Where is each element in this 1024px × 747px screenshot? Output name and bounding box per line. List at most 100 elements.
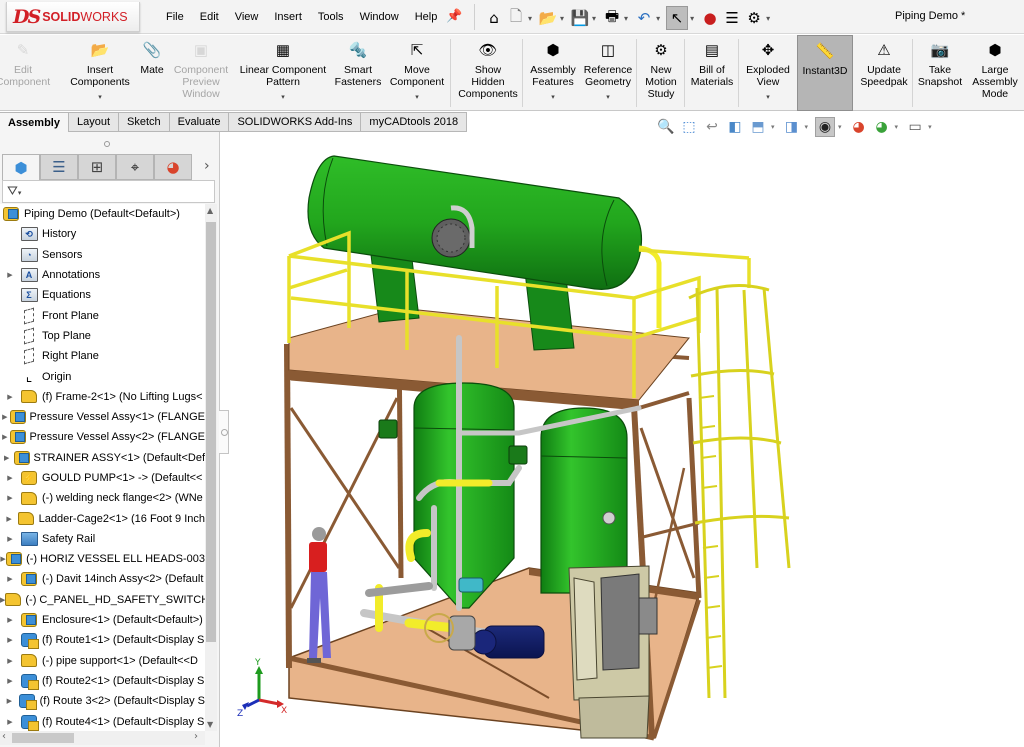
expand-arrow-icon[interactable]: ▶ xyxy=(0,718,20,726)
panel-grip[interactable] xyxy=(104,141,110,147)
new-document-icon[interactable]: 🗋 xyxy=(506,7,526,28)
instant3d-button[interactable]: 📏 Instant3D xyxy=(797,35,853,111)
scroll-right-icon[interactable]: › xyxy=(194,731,198,742)
insert-components-dropdown-icon[interactable]: ▾ xyxy=(98,92,102,104)
tab-sketch[interactable]: Sketch xyxy=(119,112,170,132)
tree-item[interactable]: ▶ ⚡ GOULD PUMP<1> -> (Default<< xyxy=(0,468,205,488)
tree-item[interactable]: ▶ (-) HORIZ VESSEL ELL HEADS-003 xyxy=(0,549,205,569)
zoom-to-area-icon[interactable]: ⬚ xyxy=(679,117,699,137)
tree-item[interactable]: Right Plane xyxy=(0,346,205,366)
hide-show-items-dropdown-icon[interactable]: ▾ xyxy=(838,123,842,131)
linear-component-pattern-button[interactable]: ▦ Linear Component Pattern ▾ xyxy=(234,35,332,111)
solidworks-logo[interactable]: DS SOLID WORKS xyxy=(6,2,140,32)
propertymanager-tab-icon[interactable]: ☰ xyxy=(40,154,78,180)
tree-item[interactable]: ▶ (-) welding neck flange<2> (WNe xyxy=(0,488,205,508)
file-properties-icon[interactable]: ☰ xyxy=(722,8,742,28)
tree-item[interactable]: ▶ (f) Frame-2<1> (No Lifting Lugs< xyxy=(0,387,205,407)
show-hidden-components-button[interactable]: 👁 Show Hidden Components xyxy=(454,35,522,111)
open-dropdown-icon[interactable]: ▾ xyxy=(560,14,564,23)
tab-evaluate[interactable]: Evaluate xyxy=(169,112,230,132)
piping-skid-3d-model[interactable] xyxy=(229,138,1024,747)
tree-item[interactable]: ▶ (f) Route1<1> (Default<Display S xyxy=(0,630,205,650)
tree-item[interactable]: ▶ (-) pipe support<1> (Default<<D xyxy=(0,651,205,671)
apply-scene-icon[interactable]: ◕ xyxy=(872,117,892,137)
scroll-up-icon[interactable]: ▲ xyxy=(207,206,213,215)
tree-item[interactable]: ▶ A Annotations xyxy=(0,265,205,285)
more-tabs-chevron-icon[interactable]: › xyxy=(204,158,210,174)
save-icon[interactable]: 💾 xyxy=(570,8,590,28)
tree-item[interactable]: ▶ (-) C_PANEL_HD_SAFETY_SWITCH xyxy=(0,590,205,610)
print-icon[interactable]: 🖶 xyxy=(602,7,622,28)
expand-arrow-icon[interactable]: ▶ xyxy=(0,697,19,705)
view-orientation-icon[interactable]: ⬒ xyxy=(748,117,768,137)
menu-insert[interactable]: Insert xyxy=(274,11,302,23)
view-settings-monitor-icon[interactable]: ▭ xyxy=(905,117,925,137)
tree-item[interactable]: ▶ (f) Route4<1> (Default<Display S xyxy=(0,711,205,731)
tab-mycadtools-2018[interactable]: myCADtools 2018 xyxy=(361,112,468,132)
menu-help[interactable]: Help xyxy=(415,11,438,23)
pin-menu-icon[interactable]: 📌 xyxy=(446,9,462,24)
undo-icon[interactable]: ↶ xyxy=(634,8,654,28)
open-icon[interactable]: 📂 xyxy=(538,8,558,28)
menu-view[interactable]: View xyxy=(235,11,259,23)
expand-arrow-icon[interactable]: ▶ xyxy=(0,677,20,685)
apply-scene-dropdown-icon[interactable]: ▾ xyxy=(895,123,899,131)
expand-arrow-icon[interactable]: ▶ xyxy=(0,515,18,523)
new-motion-study-button[interactable]: ⚙ New Motion Study xyxy=(638,35,684,111)
save-dropdown-icon[interactable]: ▾ xyxy=(592,14,596,23)
tree-item[interactable]: ▶ Safety Rail xyxy=(0,529,205,549)
hide-show-items-icon[interactable]: ◉ xyxy=(815,117,836,137)
update-speedpak-button[interactable]: ⚠ Update Speedpak xyxy=(856,35,912,111)
previous-view-icon[interactable]: ↩ xyxy=(702,117,722,137)
expand-arrow-icon[interactable]: ▶ xyxy=(0,636,20,644)
home-icon[interactable]: ⌂ xyxy=(484,8,504,28)
reference-geometry-dropdown-icon[interactable]: ▾ xyxy=(606,92,610,104)
tree-item[interactable]: ⌞ Origin xyxy=(0,366,205,386)
display-style-icon[interactable]: ◨ xyxy=(782,117,802,137)
tree-root-assembly[interactable]: Piping Demo (Default<Default>) xyxy=(0,204,205,224)
tab-assembly[interactable]: Assembly xyxy=(0,112,69,132)
section-view-icon[interactable]: ◧ xyxy=(725,117,745,137)
scroll-left-icon[interactable]: ‹ xyxy=(2,731,6,742)
tree-item[interactable]: ▶ Pressure Vessel Assy<2> (FLANGE xyxy=(0,427,205,447)
expand-arrow-icon[interactable]: ▶ xyxy=(0,575,20,583)
component-preview-window-button[interactable]: ▣ Component Preview Window xyxy=(170,35,232,111)
menu-file[interactable]: File xyxy=(166,11,184,23)
undo-dropdown-icon[interactable]: ▾ xyxy=(656,14,660,23)
options-gear-dropdown-icon[interactable]: ▾ xyxy=(766,14,770,23)
menu-edit[interactable]: Edit xyxy=(200,11,219,23)
tree-vertical-scrollbar[interactable]: ▲ ▼ xyxy=(205,204,217,731)
edit-component-button[interactable]: ✎ Edit Component xyxy=(0,35,50,111)
configurationmanager-tab-icon[interactable]: ⊞ xyxy=(78,154,116,180)
exploded-view-dropdown-icon[interactable]: ▾ xyxy=(766,92,770,104)
insert-components-button[interactable]: 📂 Insert Components ▾ xyxy=(64,35,136,111)
tree-item[interactable]: ▶ Ladder-Cage2<1> (16 Foot 9 Inch xyxy=(0,508,205,528)
assembly-features-dropdown-icon[interactable]: ▾ xyxy=(551,92,555,104)
tree-item[interactable]: Σ Equations xyxy=(0,285,205,305)
tab-layout[interactable]: Layout xyxy=(68,112,120,132)
tree-item[interactable]: Front Plane xyxy=(0,305,205,325)
rebuild-icon[interactable]: ● xyxy=(700,8,720,28)
tree-item[interactable]: ▶ (f) Route 3<2> (Default<Display S xyxy=(0,691,205,711)
dimxpert-tab-icon[interactable]: ⌖ xyxy=(116,154,154,180)
tree-item[interactable]: ▶ STRAINER ASSY<1> (Default<Def xyxy=(0,448,205,468)
menu-tools[interactable]: Tools xyxy=(318,11,344,23)
tree-item[interactable]: ▶ (f) Route2<1> (Default<Display S xyxy=(0,671,205,691)
expand-arrow-icon[interactable]: ▶ xyxy=(0,535,20,543)
tab-solidworks-add-ins[interactable]: SOLIDWORKS Add-Ins xyxy=(229,112,362,132)
expand-arrow-icon[interactable]: ▶ xyxy=(0,474,20,482)
take-snapshot-button[interactable]: 📷 Take Snapshot xyxy=(916,35,964,111)
smart-fasteners-button[interactable]: 🔩 Smart Fasteners xyxy=(334,35,382,111)
scrollbar-thumb[interactable] xyxy=(12,733,74,743)
graphics-viewport[interactable]: Y X Z xyxy=(229,138,1024,747)
view-settings-monitor-dropdown-icon[interactable]: ▾ xyxy=(928,123,932,131)
display-style-dropdown-icon[interactable]: ▾ xyxy=(805,123,809,131)
bill-of-materials-button[interactable]: ▤ Bill of Materials xyxy=(686,35,738,111)
select-dropdown-icon[interactable]: ▾ xyxy=(690,14,694,23)
zoom-to-fit-icon[interactable]: 🔍 xyxy=(656,117,676,137)
featuremanager-tab-icon[interactable]: ⬢ xyxy=(2,154,40,180)
tree-item[interactable]: Top Plane xyxy=(0,326,205,346)
edit-appearance-icon[interactable]: ◕ xyxy=(849,117,869,137)
expand-arrow-icon[interactable]: ▶ xyxy=(0,433,10,441)
linear-component-pattern-dropdown-icon[interactable]: ▾ xyxy=(281,92,285,104)
